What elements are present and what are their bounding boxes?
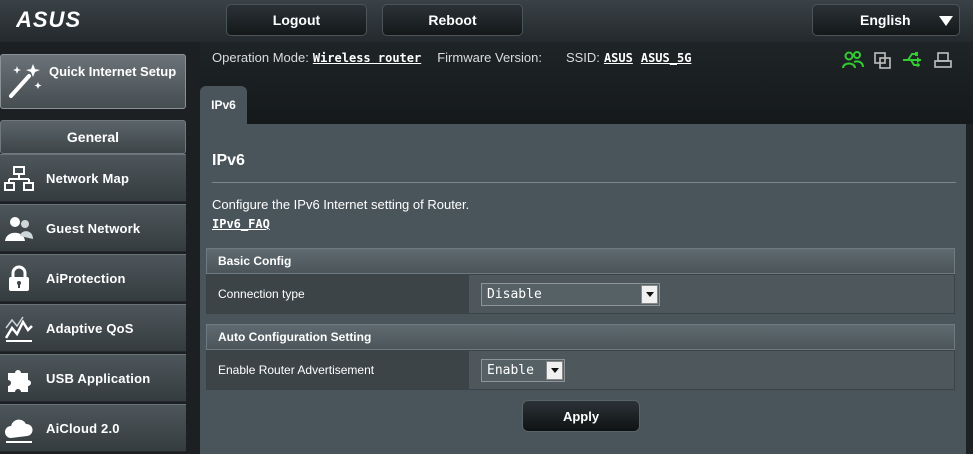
- auto-config-header: Auto Configuration Setting: [206, 324, 955, 350]
- sidebar-item-usb-application[interactable]: USB Application: [0, 354, 186, 402]
- tab-ipv6[interactable]: IPv6: [200, 86, 247, 124]
- router-advertisement-select[interactable]: Enable: [481, 359, 565, 382]
- sidebar-item-label: Network Map: [46, 171, 130, 186]
- ipv6-faq-link[interactable]: IPv6_FAQ: [212, 217, 270, 231]
- asus-logo: ASUS: [16, 7, 81, 32]
- ssid-2g-link[interactable]: ASUS: [604, 51, 633, 65]
- sidebar-item-guest-network[interactable]: Guest Network: [0, 204, 186, 252]
- router-advertisement-cell: Enable: [469, 351, 954, 389]
- usb-icon[interactable]: [902, 50, 924, 70]
- status-line: Operation Mode: Wireless router Firmware V…: [212, 50, 707, 65]
- lock-icon: [9, 265, 29, 291]
- guest-network-icon: [5, 217, 33, 241]
- app-icon[interactable]: [872, 50, 894, 70]
- svg-text:ASUS: ASUS: [16, 7, 81, 32]
- magic-wand-icon: [9, 64, 42, 98]
- chevron-down-icon[interactable]: [641, 285, 658, 304]
- ssid-5g-link[interactable]: ASUS_5G: [641, 51, 692, 65]
- chevron-down-icon[interactable]: [546, 361, 563, 380]
- connection-type-value: Disable: [487, 287, 542, 302]
- operation-mode-link[interactable]: Wireless router: [313, 51, 421, 65]
- router-advertisement-value: Enable: [487, 363, 534, 378]
- reboot-button[interactable]: Reboot: [382, 4, 523, 36]
- status-icons: [842, 50, 954, 70]
- sidebar-item-label: Adaptive QoS: [46, 321, 134, 336]
- page-title: IPv6: [212, 152, 245, 169]
- sidebar-item-adaptive-qos[interactable]: Adaptive QoS: [0, 304, 186, 352]
- operation-mode-label: Operation Mode:: [212, 50, 309, 65]
- router-admin-page: ASUS Logout Reboot English Operation Mod…: [0, 0, 973, 454]
- general-section-header: General: [0, 120, 186, 154]
- sidebar-item-aiprotection[interactable]: AiProtection: [0, 254, 186, 302]
- sidebar-item-label: USB Application: [46, 371, 151, 386]
- quick-internet-setup-button[interactable]: Quick Internet Setup: [0, 54, 186, 109]
- connection-type-row: Connection type Disable: [206, 274, 955, 314]
- puzzle-icon: [8, 370, 31, 392]
- title-divider: [212, 182, 956, 183]
- status-bar: Operation Mode: Wireless router Firmware V…: [200, 42, 973, 124]
- ssid-label: SSID:: [565, 50, 600, 65]
- network-map-icon: [4, 166, 34, 191]
- connection-type-label: Connection type: [207, 275, 469, 313]
- logout-button[interactable]: Logout: [226, 4, 367, 36]
- cloud-icon: [5, 419, 33, 443]
- quick-internet-setup-label: Quick Internet Setup: [49, 64, 177, 79]
- apply-button[interactable]: Apply: [522, 400, 640, 432]
- main-panel: IPv6 Configure the IPv6 Internet setting…: [200, 124, 966, 454]
- router-advertisement-label: Enable Router Advertisement: [207, 351, 469, 389]
- language-select[interactable]: English: [812, 4, 960, 36]
- caret-down-icon: [939, 16, 953, 26]
- top-bar: ASUS Logout Reboot English: [0, 0, 973, 42]
- connection-type-select[interactable]: Disable: [481, 283, 660, 306]
- clients-icon[interactable]: [842, 50, 864, 70]
- sidebar-item-label: Guest Network: [46, 221, 141, 236]
- sidebar-item-aicloud[interactable]: AiCloud 2.0: [0, 404, 186, 452]
- connection-type-cell: Disable: [469, 275, 954, 313]
- sidebar: Quick Internet Setup General Network Map…: [0, 42, 200, 454]
- qos-icon: [4, 316, 33, 342]
- sidebar-item-network-map[interactable]: Network Map: [0, 154, 186, 202]
- printer-icon[interactable]: [932, 50, 954, 70]
- router-advertisement-row: Enable Router Advertisement Enable: [206, 350, 955, 390]
- sidebar-item-label: AiCloud 2.0: [46, 421, 120, 436]
- page-description: Configure the IPv6 Internet setting of R…: [212, 197, 470, 212]
- language-label: English: [860, 12, 911, 28]
- firmware-label: Firmware Version:: [437, 50, 542, 65]
- basic-config-header: Basic Config: [206, 248, 955, 274]
- sidebar-item-label: AiProtection: [46, 271, 126, 286]
